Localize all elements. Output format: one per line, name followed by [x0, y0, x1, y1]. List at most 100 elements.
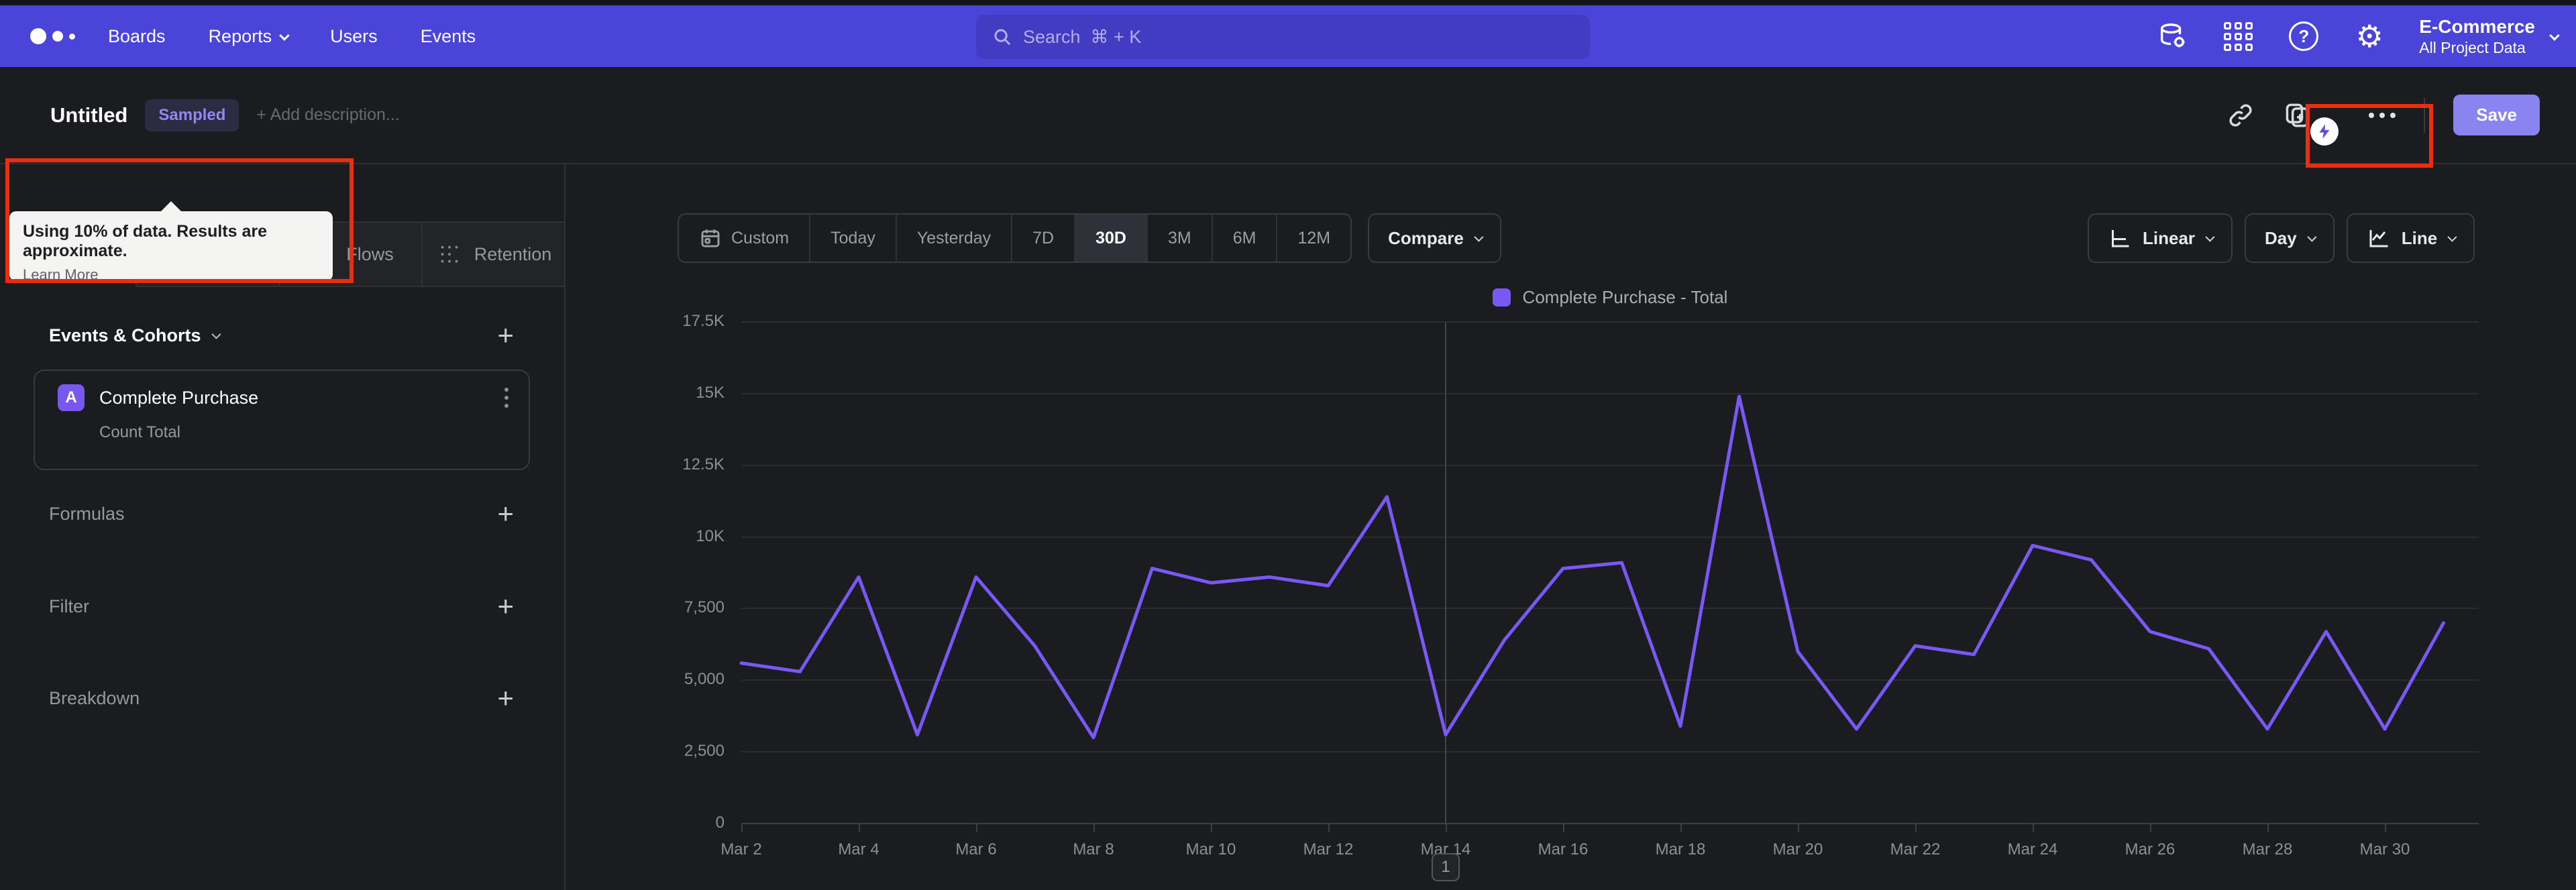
chevron-down-icon	[2447, 232, 2457, 242]
event-metric[interactable]: Count Total	[99, 423, 511, 442]
event-letter-badge: A	[58, 384, 85, 411]
tab-label: Retention	[474, 243, 552, 264]
x-tick	[1093, 824, 1095, 832]
search-input[interactable]	[1023, 26, 1574, 48]
add-to-board-icon[interactable]	[2283, 101, 2312, 130]
chart-type-label: Line	[2401, 227, 2438, 248]
save-button[interactable]: Save	[2453, 95, 2540, 135]
sampling-tooltip: Using 10% of data. Results are approxima…	[9, 201, 333, 284]
apps-grid-icon[interactable]	[2222, 20, 2254, 52]
range-3m[interactable]: 3M	[1146, 215, 1212, 262]
add-description-field[interactable]: + Add description...	[256, 105, 399, 125]
x-tick	[1446, 824, 1447, 832]
nav-item-reports[interactable]: Reports	[209, 26, 290, 47]
range-label: 7D	[1032, 228, 1055, 247]
range-custom[interactable]: Custom	[679, 215, 809, 262]
nav-item-events[interactable]: Events	[421, 26, 476, 47]
scale-label: Linear	[2143, 227, 2196, 248]
annotation-badge[interactable]: 1	[1432, 853, 1460, 881]
range-yesterday[interactable]: Yesterday	[895, 215, 1011, 262]
project-switcher[interactable]: E-Commerce All Project Data	[2419, 15, 2560, 58]
compare-button[interactable]: Compare	[1368, 213, 1501, 263]
chart-type-dropdown[interactable]: Line	[2346, 213, 2475, 263]
mixpanel-logo-icon[interactable]	[30, 28, 84, 44]
top-nav: Boards Reports Users Events ?	[0, 5, 2576, 67]
tab-retention[interactable]: Retention	[421, 223, 564, 286]
report-title[interactable]: Untitled	[50, 103, 127, 127]
legend-label: Complete Purchase - Total	[1522, 287, 1728, 307]
more-actions-icon[interactable]	[2369, 112, 2396, 118]
settings-gear-icon[interactable]: ⚙	[2353, 20, 2385, 52]
range-7d[interactable]: 7D	[1011, 215, 1074, 262]
report-title-group: Untitled Sampled + Add description...	[50, 99, 400, 131]
range-label: Today	[830, 228, 875, 247]
events-section-toggle[interactable]: Events & Cohorts	[49, 325, 221, 346]
x-tick	[1328, 824, 1330, 832]
event-name[interactable]: Complete Purchase	[99, 388, 487, 408]
range-label: 12M	[1297, 228, 1331, 247]
add-formula-button[interactable]: +	[497, 500, 514, 528]
x-axis-label: Mar 22	[1890, 840, 1941, 858]
x-axis-label: Mar 4	[838, 840, 879, 858]
filter-row: Filter +	[49, 590, 514, 622]
chevron-down-icon	[279, 30, 290, 41]
x-axis-label: Mar 18	[1655, 840, 1706, 858]
x-axis-label: Mar 6	[955, 840, 997, 858]
copy-link-icon[interactable]	[2226, 101, 2255, 129]
plot-area	[739, 321, 2479, 832]
scale-dropdown[interactable]: Linear	[2088, 213, 2233, 263]
range-12m[interactable]: 12M	[1276, 215, 1350, 262]
learn-more-link[interactable]: Learn More	[23, 266, 99, 284]
range-label: 6M	[1232, 228, 1256, 247]
y-axis-label: 12.5K	[682, 455, 724, 474]
project-scope: All Project Data	[2419, 39, 2526, 57]
data-management-icon[interactable]	[2156, 20, 2188, 52]
add-filter-button[interactable]: +	[497, 592, 514, 620]
legend-item[interactable]: Complete Purchase - Total	[741, 287, 2479, 308]
range-label: 3M	[1167, 228, 1191, 247]
range-label: Yesterday	[916, 228, 991, 247]
y-axis-label: 2,500	[684, 742, 724, 761]
x-tick	[1680, 824, 1682, 832]
x-axis-labels: Mar 2 Mar 4 Mar 6 Mar 8 Mar 10 Mar 12 Mar 14 Ma…	[720, 840, 2479, 860]
line-chart-icon	[2367, 226, 2391, 250]
range-today[interactable]: Today	[809, 215, 896, 262]
legend-swatch	[1492, 288, 1511, 307]
search-icon	[992, 27, 1012, 47]
event-options-icon[interactable]	[502, 385, 511, 410]
nav-menu: Boards Reports Users Events	[108, 26, 476, 47]
event-card-row: A Complete Purchase	[58, 384, 511, 411]
add-event-button[interactable]: +	[497, 321, 514, 349]
report-actions: Save	[2226, 67, 2540, 168]
interval-dropdown[interactable]: Day	[2245, 213, 2334, 263]
calendar-icon	[699, 227, 722, 249]
y-axis-label: 15K	[696, 383, 724, 402]
interval-label: Day	[2265, 227, 2297, 248]
global-search[interactable]	[976, 15, 1590, 59]
breakdown-row: Breakdown +	[49, 682, 514, 714]
chevron-down-icon	[211, 329, 221, 339]
x-axis-label: Mar 12	[1303, 840, 1354, 858]
range-label: 30D	[1095, 228, 1126, 247]
x-tick	[1211, 824, 1212, 832]
tab-label: Flows	[346, 243, 394, 264]
nav-item-label: Boards	[108, 25, 166, 46]
range-6m[interactable]: 6M	[1211, 215, 1277, 262]
project-name: E-Commerce	[2419, 16, 2535, 38]
range-30d[interactable]: 30D	[1074, 215, 1146, 262]
help-icon[interactable]: ?	[2288, 20, 2320, 52]
line-chart	[739, 394, 2445, 740]
x-axis-label: Mar 8	[1073, 840, 1114, 858]
nav-item-users[interactable]: Users	[330, 26, 378, 47]
event-card[interactable]: A Complete Purchase Count Total	[34, 370, 530, 470]
sampled-badge[interactable]: Sampled	[145, 99, 239, 131]
x-tick	[1915, 824, 1917, 832]
x-tick	[2033, 824, 2034, 832]
x-tick	[859, 824, 860, 832]
chevron-down-icon	[1474, 232, 1484, 242]
nav-item-label: Users	[330, 25, 378, 46]
y-axis-label: 0	[715, 814, 724, 832]
add-breakdown-button[interactable]: +	[497, 684, 514, 712]
nav-item-boards[interactable]: Boards	[108, 26, 166, 47]
y-axis-label: 17.5K	[682, 312, 724, 330]
